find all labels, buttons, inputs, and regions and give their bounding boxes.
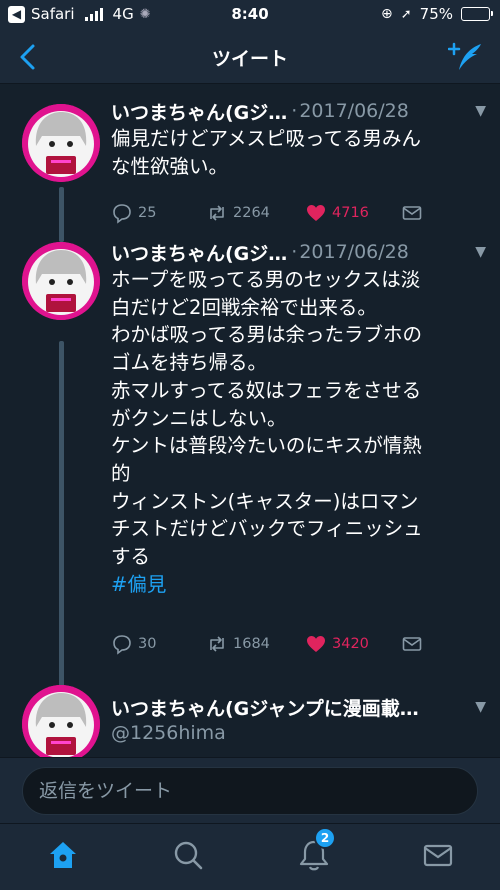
tab-notifications[interactable]: 2	[296, 827, 336, 873]
tweet-line: 的	[111, 461, 131, 485]
tweet-actions: 25 2264 4716	[111, 202, 482, 226]
retweet-count: 1684	[233, 636, 270, 652]
notification-badge: 2	[314, 827, 336, 849]
tweet-date: 2017/06/28	[299, 100, 409, 122]
reply-icon	[113, 635, 131, 655]
tweet-line: 白だけど2回戦余裕で出来る。	[111, 295, 377, 319]
avatar-illustration	[22, 685, 100, 757]
compose-tweet-icon[interactable]	[448, 40, 484, 76]
hashtag-link[interactable]: #偏見	[111, 571, 482, 599]
avatar[interactable]	[22, 242, 100, 320]
like-button[interactable]: 4716	[305, 202, 369, 224]
tweet-date: 2017/06/28	[299, 241, 409, 263]
reply-input[interactable]: 返信をツイート	[22, 767, 478, 815]
search-icon	[174, 841, 203, 870]
avatar-illustration	[22, 104, 100, 182]
reply-bar: 返信をツイート	[0, 757, 500, 823]
tweet-line: チストだけどバックでフィニッシュ	[111, 517, 423, 541]
tweet-line: 偏見だけどアメスピ吸ってる男みん	[111, 127, 422, 150]
author-name[interactable]: いつまちゃん(Gジ…	[111, 98, 287, 125]
reply-count: 25	[138, 205, 157, 221]
home-icon	[50, 842, 76, 868]
battery-icon	[461, 7, 493, 21]
tweet[interactable]: いつまちゃん(Gジ… · 2017/06/28 ▼ ホープを吸ってる男のセックス…	[0, 241, 500, 662]
dm-share-button[interactable]	[401, 202, 423, 224]
retweet-icon	[210, 636, 224, 652]
tweet-line: する	[111, 545, 151, 569]
avatar[interactable]	[22, 104, 100, 182]
battery-percent: 75%	[419, 5, 453, 23]
tab-home[interactable]	[45, 837, 81, 873]
tweet-line: ゴムを持ち帰る。	[111, 351, 268, 375]
chevron-down-icon[interactable]: ▼	[475, 244, 486, 260]
tweet-line: わかば吸ってる男は余ったラブホの	[111, 323, 423, 347]
tab-messages[interactable]	[420, 837, 456, 873]
heart-icon	[307, 636, 325, 652]
tweet-text: 偏見だけどアメスピ吸ってる男みん な性欲強い。	[111, 125, 482, 180]
chevron-down-icon[interactable]: ▼	[475, 699, 486, 715]
heart-icon	[307, 205, 325, 221]
tweet[interactable]: いつまちゃん(Gジャンプに漫画載… ▼ @1256hima	[0, 685, 500, 757]
tweet-line: ケントは普段冷たいのにキスが情熱	[111, 434, 422, 458]
status-bar-right: ⊕ ➚ 75%	[381, 5, 493, 23]
like-button[interactable]: 3420	[305, 633, 369, 655]
author-name[interactable]: いつまちゃん(Gジ…	[111, 239, 287, 266]
tab-search[interactable]	[170, 837, 206, 873]
separator-dot: ·	[291, 241, 298, 263]
tweet-line: がクンニはしない。	[111, 406, 287, 430]
status-bar: ◀ Safari 4G ✺ 8:40 ⊕ ➚ 75%	[0, 0, 500, 30]
location-icon: ➚	[400, 6, 412, 22]
envelope-icon	[402, 637, 422, 651]
retweet-button[interactable]: 1684	[206, 633, 270, 655]
tweet-header: いつまちゃん(Gジャンプに漫画載… ▼	[111, 693, 486, 721]
retweet-count: 2264	[233, 205, 270, 221]
tweet-header: いつまちゃん(Gジ… · 2017/06/28 ▼	[111, 97, 486, 125]
retweet-icon	[210, 205, 224, 221]
orientation-lock-icon: ⊕	[381, 6, 393, 22]
author-handle[interactable]: @1256hima	[111, 722, 226, 744]
reply-icon	[113, 204, 131, 224]
tweet-line: 赤マルすってる奴はフェラをさせる	[111, 378, 422, 402]
author-name[interactable]: いつまちゃん(Gジャンプに漫画載…	[111, 694, 419, 721]
page-title: ツイート	[211, 48, 288, 70]
envelope-icon	[402, 206, 422, 220]
dm-share-button[interactable]	[401, 633, 423, 655]
like-count: 3420	[332, 636, 369, 652]
tweet[interactable]: いつまちゃん(Gジ… · 2017/06/28 ▼ 偏見だけどアメスピ吸ってる男…	[0, 97, 500, 232]
separator-dot: ·	[291, 100, 298, 122]
tweet-line: ホープを吸ってる男のセックスは淡	[111, 268, 421, 291]
retweet-button[interactable]: 2264	[206, 202, 270, 224]
avatar-illustration	[22, 242, 100, 320]
like-count: 4716	[332, 205, 369, 221]
tweet-line: ウィンストン(キャスター)はロマン	[111, 489, 419, 513]
tweet-thread[interactable]: いつまちゃん(Gジ… · 2017/06/28 ▼ 偏見だけどアメスピ吸ってる男…	[0, 85, 500, 757]
tweet-text: ホープを吸ってる男のセックスは淡 白だけど2回戦余裕で出来る。 わかば吸ってる男…	[111, 266, 482, 598]
reply-count: 30	[138, 636, 157, 652]
reply-button[interactable]: 25	[111, 202, 156, 224]
tweet-line: な性欲強い。	[111, 154, 229, 178]
avatar[interactable]	[22, 685, 100, 757]
tab-bar: 2	[0, 823, 500, 890]
nav-bar: ツイート	[0, 30, 500, 84]
chevron-down-icon[interactable]: ▼	[475, 103, 486, 119]
tweet-header: いつまちゃん(Gジ… · 2017/06/28 ▼	[111, 238, 486, 266]
tweet-actions: 30 1684 3420	[111, 633, 482, 657]
messages-icon	[423, 844, 453, 867]
reply-button[interactable]: 30	[111, 633, 156, 655]
